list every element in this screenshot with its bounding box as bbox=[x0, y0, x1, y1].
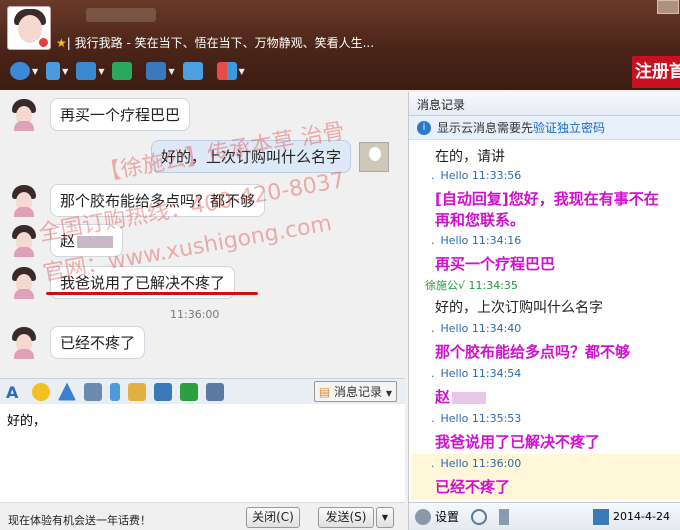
note-icon[interactable] bbox=[128, 382, 146, 401]
title-bar: ★| 我行我路 - 笑在当下、悟在当下、万物静观、笑看人生... ▼ ▼ ▼ ▼… bbox=[0, 0, 680, 90]
history-footer: 设置 2014-4-24 bbox=[409, 502, 680, 530]
history-icon: ▤ bbox=[318, 385, 334, 399]
message-row: 赵 bbox=[8, 224, 124, 257]
history-panel: 消息记录 i 显示云消息需要先 验证独立密码 在的，请讲 . Hello 11:33:… bbox=[408, 92, 680, 530]
remote-desktop-icon[interactable] bbox=[146, 62, 167, 80]
close-button[interactable]: 关闭(C) bbox=[246, 507, 300, 528]
history-entry-meta: . Hello 11:33:56 bbox=[431, 169, 522, 182]
history-entry-meta: . Hello 11:36:00 bbox=[431, 457, 522, 470]
history-date[interactable]: 2014-4-24 bbox=[613, 510, 670, 523]
bottom-bar: 现在体验有机会送一年话费！ 关闭(C) 发送(S) ▼ bbox=[0, 502, 405, 530]
contact-avatar bbox=[8, 326, 40, 359]
input-toolbar: A ▤ 消息记录 ▼ bbox=[0, 378, 405, 404]
message-bubble: 再买一个疗程巴巴 bbox=[50, 98, 191, 131]
chevron-down-icon[interactable]: ▼ bbox=[168, 67, 174, 76]
cloud-notice: i 显示云消息需要先 验证独立密码 bbox=[409, 116, 680, 140]
image-icon[interactable] bbox=[154, 382, 172, 401]
underline-annotation bbox=[46, 292, 258, 295]
share-screen-icon[interactable] bbox=[182, 62, 203, 80]
history-entry: 已经不疼了 bbox=[435, 478, 511, 496]
message-icon[interactable] bbox=[112, 62, 133, 80]
contact-name-blurred bbox=[86, 8, 156, 22]
history-title: 消息记录 bbox=[409, 92, 680, 116]
message-row: 那个胶布能给多点吗？都不够 bbox=[8, 184, 266, 217]
history-entry-meta: . Hello 11:34:16 bbox=[431, 234, 522, 247]
close-window-button[interactable] bbox=[657, 0, 679, 14]
chevron-down-icon[interactable]: ▼ bbox=[32, 67, 38, 76]
settings-label[interactable]: 设置 bbox=[435, 508, 459, 525]
voice-message-icon[interactable] bbox=[110, 382, 120, 401]
apps-icon[interactable] bbox=[216, 62, 237, 80]
history-entry: 我爸说用了已解决不疼了 bbox=[435, 433, 601, 451]
shake-icon[interactable] bbox=[58, 382, 76, 401]
speaker-icon[interactable] bbox=[499, 508, 510, 525]
info-icon: i bbox=[417, 120, 431, 135]
chevron-down-icon: ▼ bbox=[385, 389, 392, 398]
history-entry-meta: . Hello 11:34:40 bbox=[431, 322, 522, 335]
font-icon[interactable]: A bbox=[6, 383, 24, 402]
star-icon: ★ bbox=[56, 36, 67, 50]
history-entry: 再和您联系。 bbox=[435, 211, 526, 229]
chevron-down-icon[interactable]: ▼ bbox=[239, 67, 245, 76]
calendar-icon[interactable] bbox=[593, 508, 610, 525]
my-avatar bbox=[359, 141, 389, 172]
contact-avatar bbox=[8, 98, 40, 131]
message-row: 好的，上次订购叫什么名字 bbox=[150, 140, 389, 173]
chat-area: 再买一个疗程巴巴 好的，上次订购叫什么名字 那个胶布能给多点吗？都不够 赵 我爸… bbox=[0, 90, 405, 378]
top-toolbar: ▼ ▼ ▼ ▼ ▼ bbox=[10, 58, 253, 84]
contact-avatar[interactable] bbox=[7, 6, 51, 50]
contact-avatar bbox=[8, 266, 40, 299]
gift-icon[interactable] bbox=[180, 382, 198, 401]
status-icon bbox=[38, 37, 49, 48]
message-row: 已经不疼了 bbox=[8, 326, 146, 359]
message-bubble: 那个胶布能给多点吗？都不够 bbox=[50, 184, 266, 217]
file-transfer-icon[interactable] bbox=[76, 62, 97, 80]
message-bubble: 好的，上次订购叫什么名字 bbox=[150, 140, 351, 173]
contact-avatar bbox=[8, 184, 40, 217]
history-entry-meta: 徐施公√ 11:34:35 bbox=[425, 279, 518, 292]
send-options-button[interactable]: ▼ bbox=[376, 507, 394, 528]
chevron-down-icon[interactable]: ▼ bbox=[98, 67, 104, 76]
emoji-icon[interactable] bbox=[32, 382, 50, 401]
message-row: 再买一个疗程巴巴 bbox=[8, 98, 191, 131]
message-input[interactable]: 好的， bbox=[0, 404, 405, 502]
chevron-down-icon[interactable]: ▼ bbox=[62, 67, 68, 76]
history-entry: 那个胶布能给多点吗？都不够 bbox=[435, 343, 631, 361]
contact-avatar bbox=[8, 224, 40, 257]
history-entry: [自动回复]您好，我现在有事不在 bbox=[435, 190, 659, 208]
contact-signature: ★| 我行我路 - 笑在当下、悟在当下、万物静观、笑看人生... bbox=[56, 36, 375, 50]
history-entry-meta: . Hello 11:35:53 bbox=[431, 412, 522, 425]
register-banner[interactable]: 注册首 bbox=[632, 56, 680, 88]
video-clip-icon[interactable] bbox=[84, 382, 102, 401]
message-bubble: 已经不疼了 bbox=[50, 326, 146, 359]
send-button[interactable]: 发送(S) bbox=[318, 507, 374, 528]
screenshot-icon[interactable] bbox=[206, 382, 224, 401]
history-entry: 赵 bbox=[411, 386, 680, 407]
history-list: 在的，请讲 . Hello 11:33:56 [自动回复]您好，我现在有事不在 再… bbox=[409, 142, 680, 500]
verify-password-link[interactable]: 验证独立密码 bbox=[533, 119, 605, 136]
promo-text[interactable]: 现在体验有机会送一年话费！ bbox=[8, 512, 151, 528]
video-call-icon[interactable] bbox=[10, 62, 30, 80]
gear-icon[interactable] bbox=[415, 508, 431, 525]
history-entry-meta: . Hello 11:34:54 bbox=[431, 367, 522, 380]
message-history-button[interactable]: ▤ 消息记录 ▼ bbox=[313, 381, 397, 402]
search-icon[interactable] bbox=[471, 508, 488, 525]
message-bubble: 赵 bbox=[50, 224, 124, 257]
time-divider: 11:36:00 bbox=[170, 308, 220, 321]
history-entry: 再买一个疗程巴巴 bbox=[435, 255, 556, 273]
history-entry: 好的，上次订购叫什么名字 bbox=[435, 300, 603, 316]
voice-call-icon[interactable] bbox=[46, 62, 61, 80]
history-entry: 在的，请讲 bbox=[435, 149, 505, 165]
